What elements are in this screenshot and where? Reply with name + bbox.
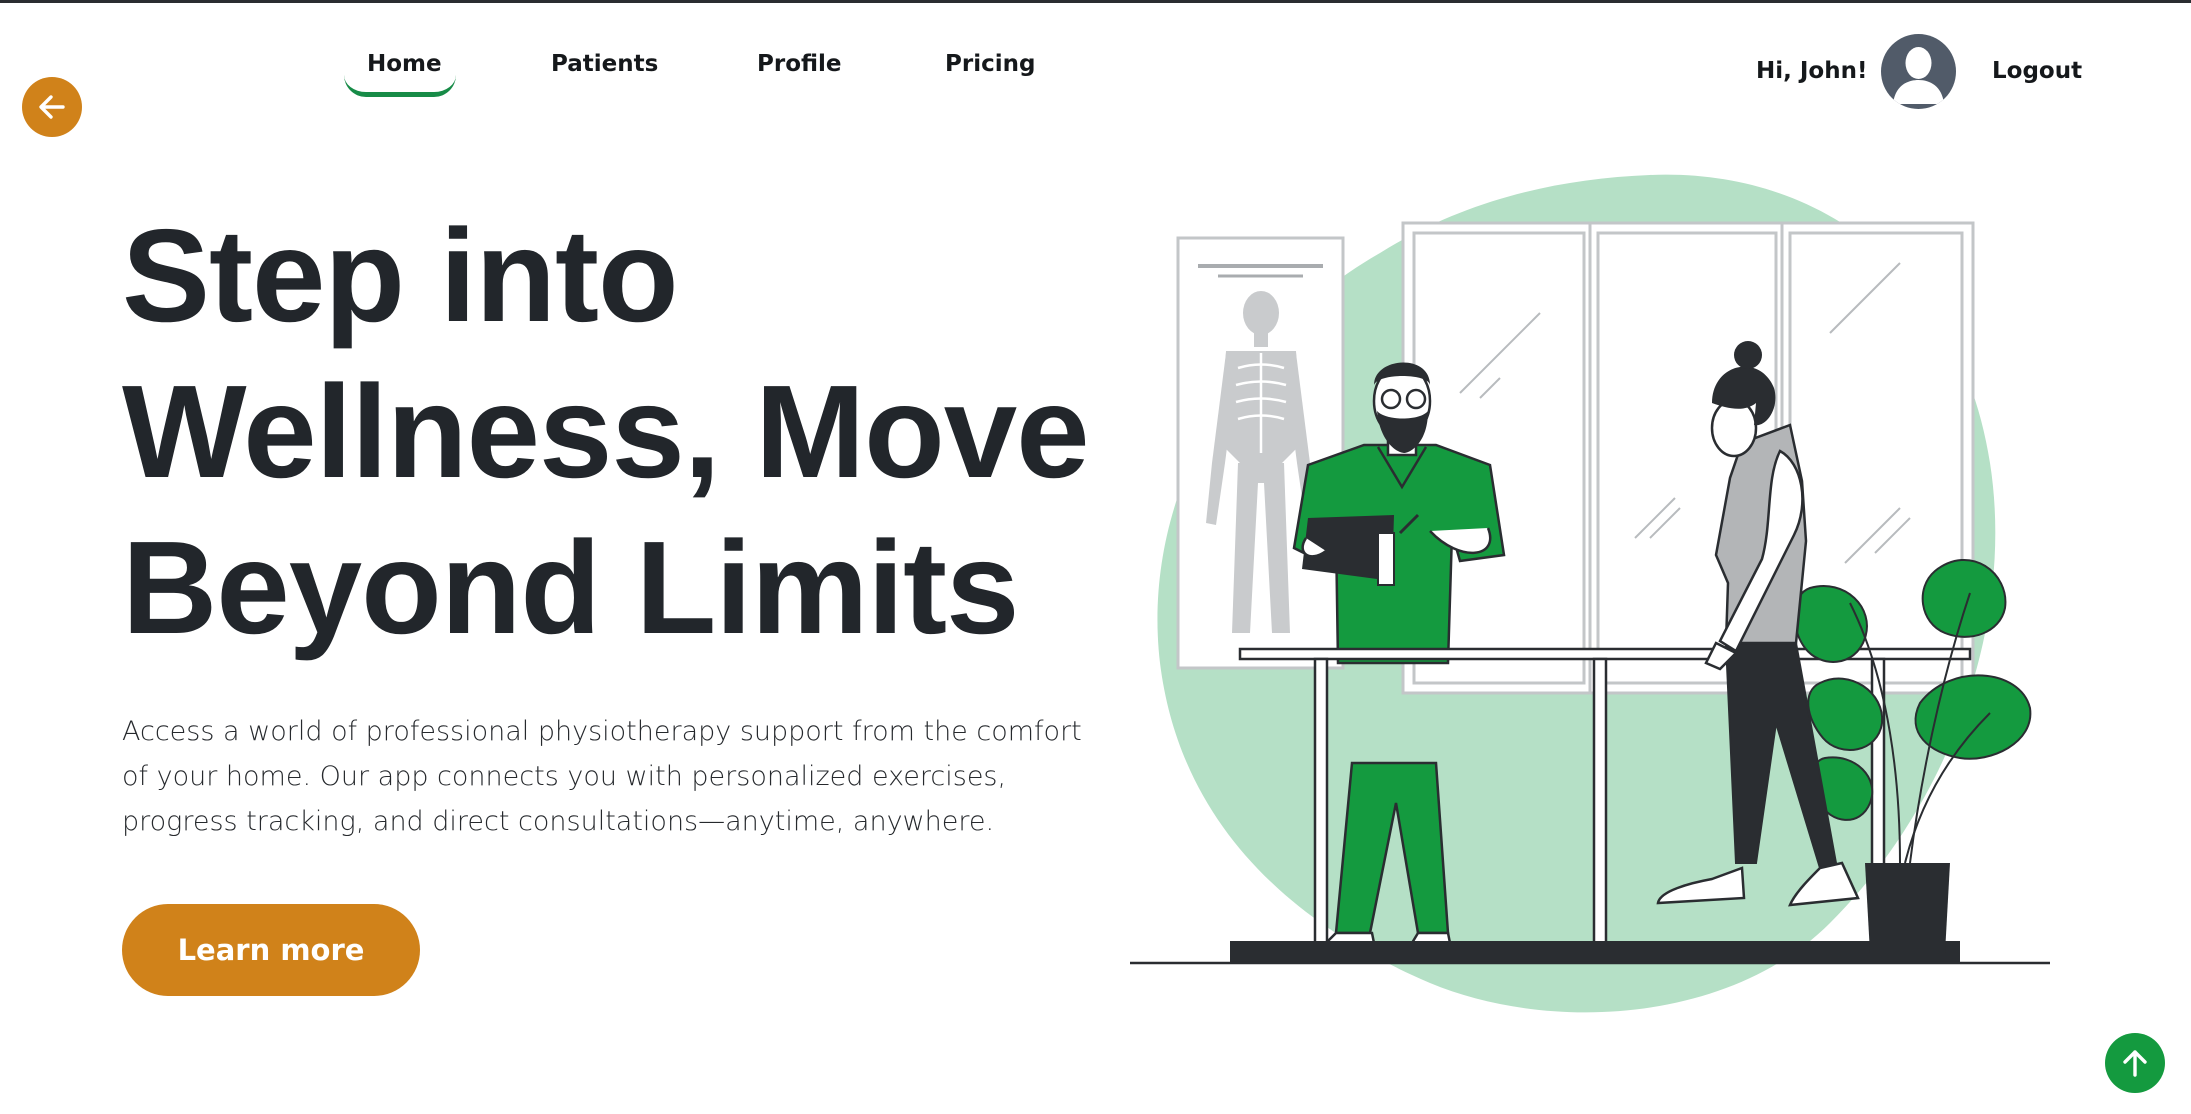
anatomy-poster xyxy=(1176,236,1345,670)
active-tab-indicator xyxy=(344,75,456,97)
hero-title-line: Wellness, Move xyxy=(122,358,1090,505)
hero-title: Step into Wellness, Move Beyond Limits xyxy=(122,198,1122,666)
logout-button[interactable]: Logout xyxy=(1992,58,2082,84)
nav-item-home[interactable]: Home xyxy=(367,51,442,77)
hero-title-line: Beyond Limits xyxy=(122,514,1019,661)
user-greeting: Hi, John! xyxy=(1756,58,1868,84)
scroll-to-top-button[interactable] xyxy=(2105,1033,2165,1093)
back-button[interactable] xyxy=(22,77,82,137)
nav-item-pricing[interactable]: Pricing xyxy=(945,51,1035,77)
hero-description: Access a world of professional physiothe… xyxy=(122,716,1082,837)
nav-item-profile[interactable]: Profile xyxy=(757,51,842,77)
learn-more-button[interactable]: Learn more xyxy=(122,904,420,996)
arrow-up-icon xyxy=(2123,1050,2147,1077)
arrow-left-icon xyxy=(39,95,65,119)
nav-item-patients[interactable]: Patients xyxy=(551,51,658,77)
hero-title-line: Step into xyxy=(122,202,679,349)
user-avatar-icon xyxy=(1893,47,1944,104)
avatar[interactable] xyxy=(1881,34,1956,109)
physiotherapy-illustration xyxy=(1130,174,2050,1013)
window xyxy=(1401,221,1975,695)
